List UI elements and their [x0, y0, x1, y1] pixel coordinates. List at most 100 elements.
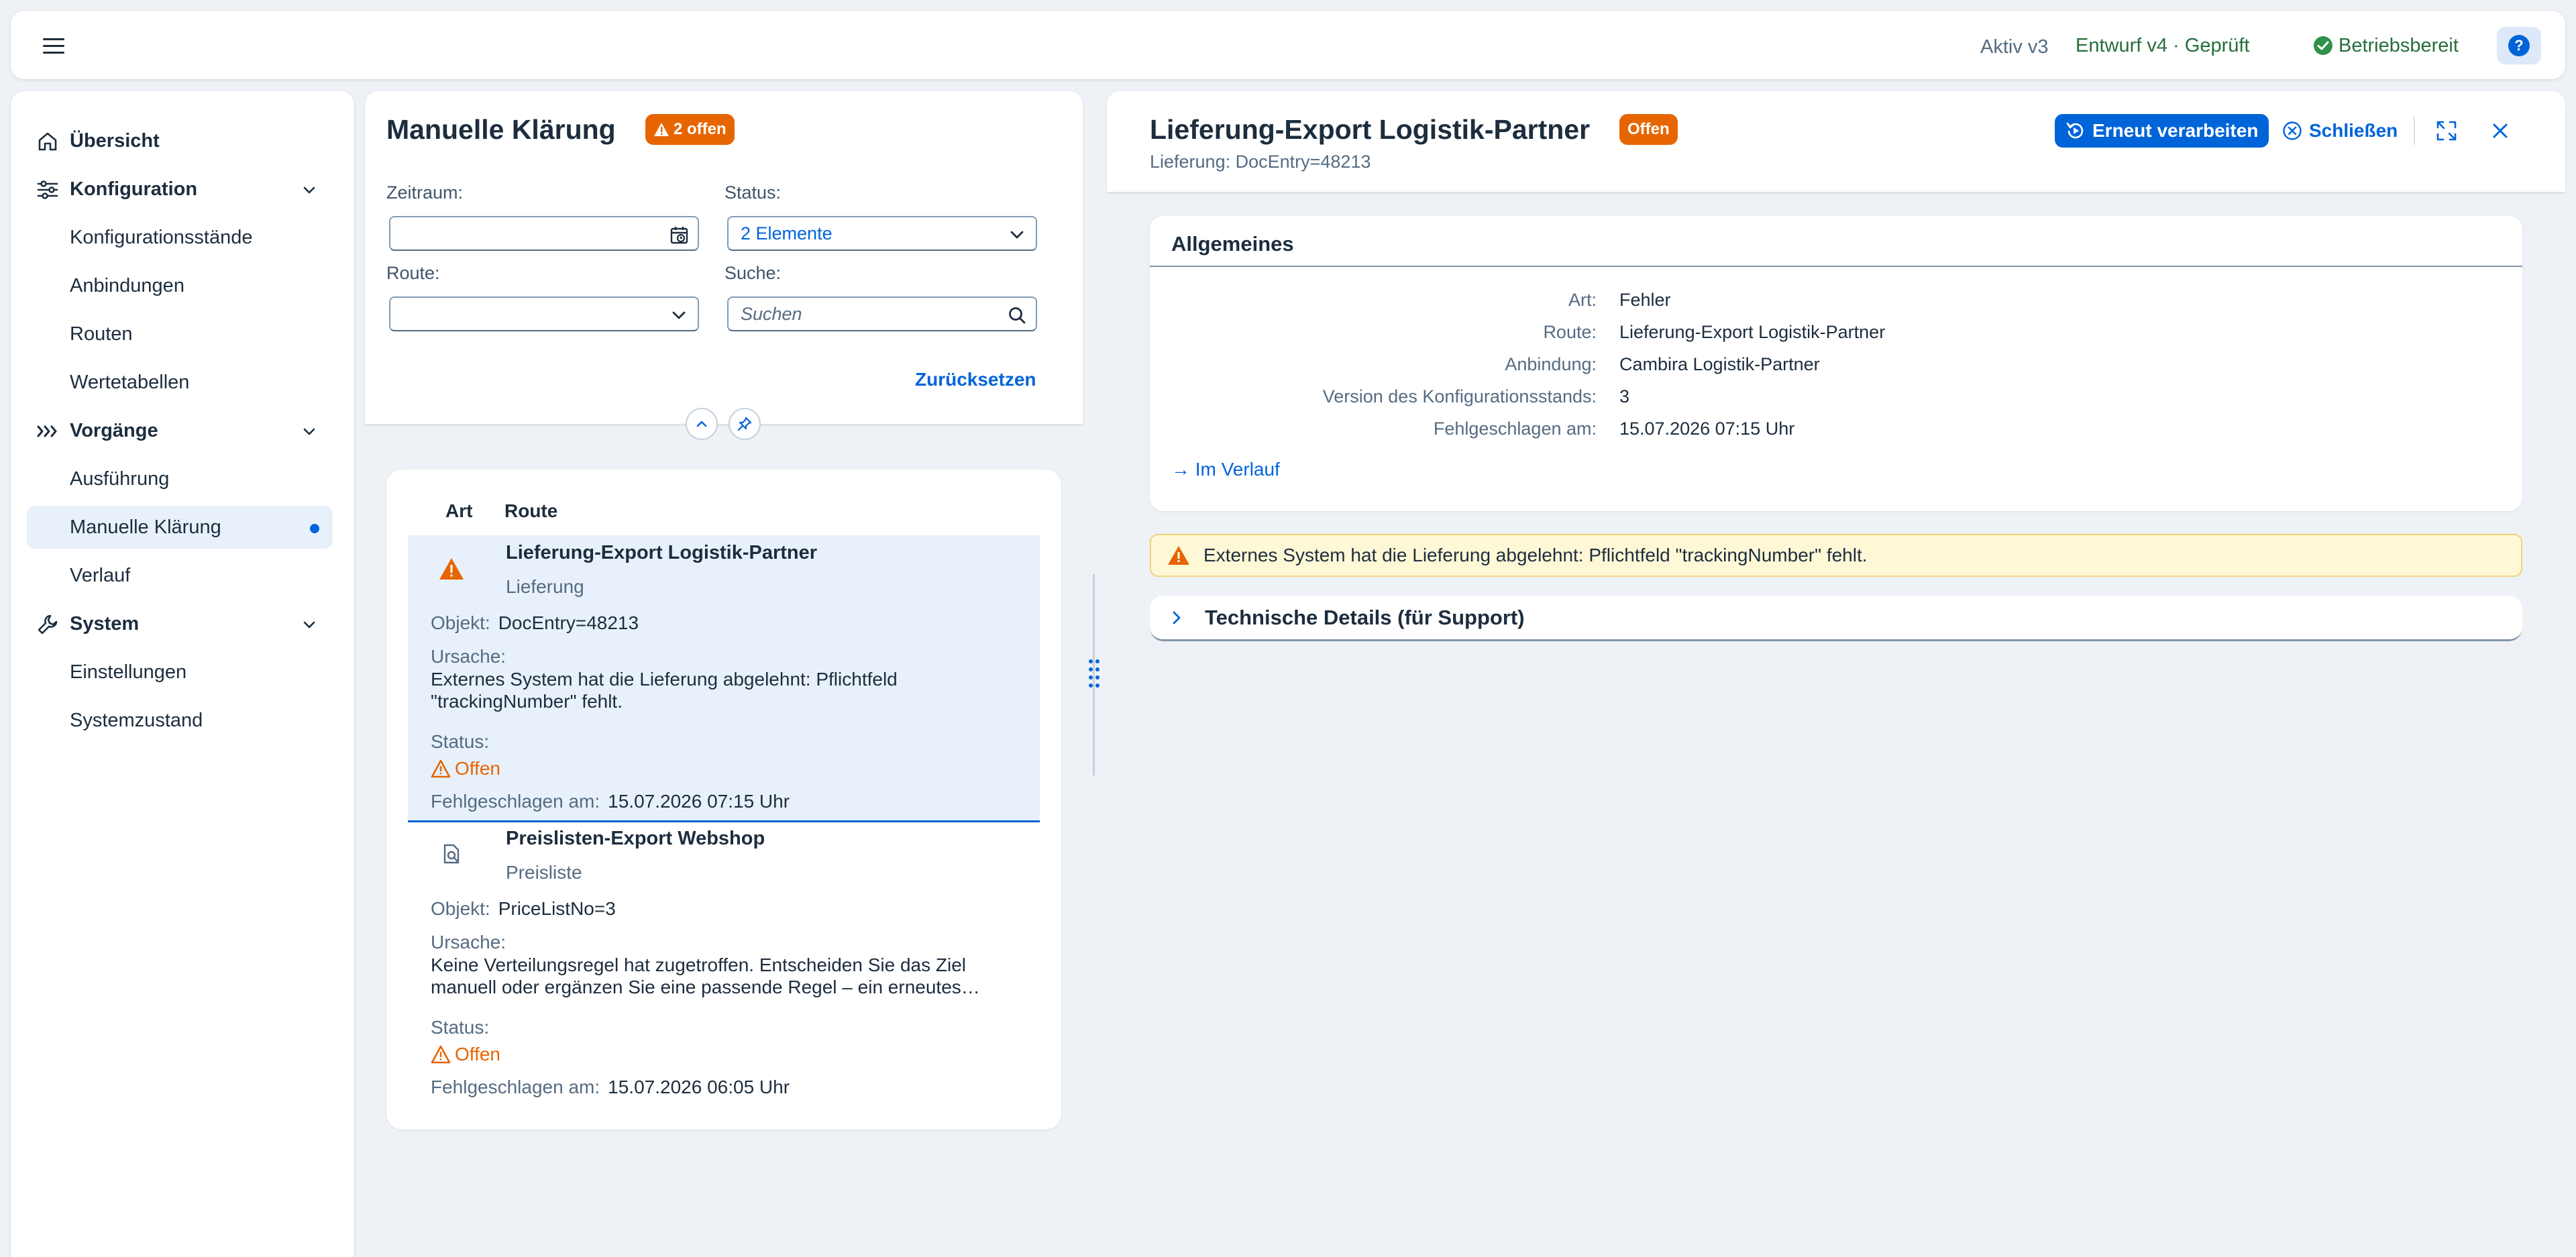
status-label: Status: — [724, 182, 782, 203]
clarification-list: Art Route Lieferung-Export Logistik-Part… — [386, 470, 1061, 1130]
warning-message-text: Externes System hat die Lieferung abgele… — [1203, 545, 1868, 565]
row-object-label: Objekt: — [431, 898, 490, 919]
warning-outline-icon — [431, 1045, 451, 1064]
search-field[interactable] — [727, 296, 1037, 331]
row-cause-label: Ursache: — [431, 646, 506, 667]
sidebar-item-label: Übersicht — [70, 129, 160, 152]
field-label-version: Version des Konfigurationsstands: — [1322, 386, 1597, 406]
row-status-label: Status: — [431, 731, 490, 752]
sidebar-item-verlauf[interactable]: Verlauf — [27, 554, 333, 597]
sidebar-item-konfiguration[interactable]: Konfiguration — [27, 168, 333, 211]
list-header: Manuelle Klärung 2 offen Zeitraum: Statu… — [365, 91, 1083, 424]
fullscreen-button[interactable] — [2432, 117, 2461, 145]
open-count-badge: 2 offen — [645, 114, 735, 145]
row-object-value: PriceListNo=3 — [498, 898, 616, 919]
reset-button[interactable]: Zurücksetzen — [915, 369, 1036, 390]
tech-details-expander[interactable]: Technische Details (für Support) — [1150, 596, 2522, 641]
draft-version-label[interactable]: Entwurf v4 · Geprüft — [2076, 34, 2250, 58]
row-title: Preislisten-Export Webshop — [506, 828, 765, 849]
field-label-failed: Fehlgeschlagen am: — [1433, 419, 1597, 439]
home-icon — [36, 130, 59, 153]
row-title: Lieferung-Export Logistik-Partner — [506, 542, 818, 563]
row-status-value: Offen — [455, 758, 500, 779]
sidebar-item-manuelle-klaerung[interactable]: Manuelle Klärung — [27, 506, 333, 549]
close-circle-icon — [2282, 121, 2302, 141]
history-link[interactable]: → Im Verlauf — [1171, 459, 1280, 480]
section-divider — [1150, 266, 2522, 267]
collapse-header-button[interactable] — [686, 408, 718, 440]
reprocess-button[interactable]: Erneut verarbeiten — [2055, 114, 2269, 148]
search-input[interactable] — [741, 303, 1024, 325]
warning-icon — [1167, 545, 1190, 566]
detail-status-badge-label: Offen — [1627, 120, 1670, 138]
side-navigation: Übersicht Konfiguration Konfigurationsst… — [11, 91, 354, 1257]
chevron-down-icon[interactable] — [302, 617, 317, 632]
chevron-down-icon[interactable] — [302, 424, 317, 439]
sidebar-item-wertetabellen[interactable]: Wertetabellen — [27, 361, 333, 404]
row-failed-label: Fehlgeschlagen am: — [431, 1077, 600, 1097]
sidebar-item-label: Konfiguration — [70, 178, 198, 200]
document-search-icon — [439, 842, 464, 868]
zeitraum-field[interactable] — [389, 216, 699, 251]
row-object: Objekt: PriceListNo=3 — [431, 898, 616, 920]
sidebar-item-konfigurationsstaende[interactable]: Konfigurationsstände — [27, 216, 333, 259]
page-title: Manuelle Klärung — [386, 114, 616, 145]
retry-icon — [2065, 121, 2086, 141]
sidebar-item-system[interactable]: System — [27, 602, 333, 645]
column-header-route[interactable]: Route — [504, 500, 557, 522]
sidebar-item-label: Routen — [70, 323, 133, 345]
sidebar-item-label: Verlauf — [70, 564, 131, 586]
splitter-grip-icon[interactable] — [1087, 657, 1102, 691]
chevron-down-icon — [1008, 225, 1026, 244]
status-select[interactable]: 2 Elemente — [727, 216, 1037, 251]
sidebar-item-label: Ausführung — [70, 468, 170, 490]
sidebar-item-label: Einstellungen — [70, 661, 187, 683]
sidebar-item-label: Vorgänge — [70, 419, 158, 441]
search-icon[interactable] — [1008, 306, 1026, 325]
sidebar-item-vorgaenge[interactable]: Vorgänge — [27, 409, 333, 452]
chevron-down-icon — [669, 306, 688, 325]
close-item-button[interactable]: Schließen — [2277, 114, 2403, 148]
sidebar-item-label: Wertetabellen — [70, 371, 190, 393]
list-item[interactable]: Preislisten-Export Webshop Preisliste Ob… — [408, 822, 1040, 1109]
settings-sliders-icon — [36, 178, 59, 201]
sidebar-item-systemzustand[interactable]: Systemzustand — [27, 699, 333, 742]
menu-icon[interactable] — [40, 32, 67, 59]
column-header-art[interactable]: Art — [445, 500, 472, 522]
active-version-label[interactable]: Aktiv v3 — [1980, 35, 2049, 59]
help-button[interactable]: ? — [2497, 27, 2541, 64]
pin-header-button[interactable] — [729, 408, 761, 440]
reprocess-label: Erneut verarbeiten — [2092, 120, 2259, 141]
field-label-anbindung: Anbindung: — [1505, 354, 1597, 374]
sidebar-item-uebersicht[interactable]: Übersicht — [27, 119, 333, 162]
tech-details-title: Technische Details (für Support) — [1205, 605, 1525, 629]
sidebar-item-einstellungen[interactable]: Einstellungen — [27, 651, 333, 694]
sidebar-item-routen[interactable]: Routen — [27, 313, 333, 356]
calendar-icon[interactable] — [669, 225, 688, 244]
fullscreen-icon — [2435, 119, 2458, 142]
system-status[interactable]: Betriebsbereit — [2313, 34, 2459, 58]
shell-bar: Aktiv v3 Entwurf v4 · Geprüft Betriebsbe… — [11, 11, 2565, 79]
section-title: Allgemeines — [1171, 232, 1294, 256]
row-failed: Fehlgeschlagen am: 15.07.2026 06:05 Uhr — [431, 1077, 790, 1098]
row-cause-text: Keine Verteilungsregel hat zugetroffen. … — [431, 954, 980, 997]
sidebar-item-ausfuehrung[interactable]: Ausführung — [27, 457, 333, 500]
chevron-down-icon[interactable] — [302, 182, 317, 197]
close-panel-button[interactable] — [2486, 117, 2514, 145]
list-item[interactable]: Lieferung-Export Logistik-Partner Liefer… — [408, 535, 1040, 822]
field-value-route: Lieferung-Export Logistik-Partner — [1619, 322, 1886, 342]
row-failed-label: Fehlgeschlagen am: — [431, 791, 600, 812]
zeitraum-label: Zeitraum: — [386, 182, 464, 203]
chevron-up-icon — [694, 417, 709, 431]
row-cause-label-wrap: Ursache: — [431, 932, 506, 953]
sidebar-item-anbindungen[interactable]: Anbindungen — [27, 264, 333, 307]
detail-subtitle: Lieferung: DocEntry=48213 — [1150, 152, 1371, 172]
sidebar-item-label: Konfigurationsstände — [70, 226, 253, 248]
row-status-label: Status: — [431, 1017, 490, 1038]
svg-text:?: ? — [2514, 37, 2523, 54]
route-label: Route: — [386, 263, 440, 283]
process-icon — [36, 420, 59, 443]
row-cause-label-wrap: Ursache: — [431, 646, 506, 667]
field-value-anbindung: Cambira Logistik-Partner — [1619, 354, 1820, 374]
route-select[interactable] — [389, 296, 699, 331]
